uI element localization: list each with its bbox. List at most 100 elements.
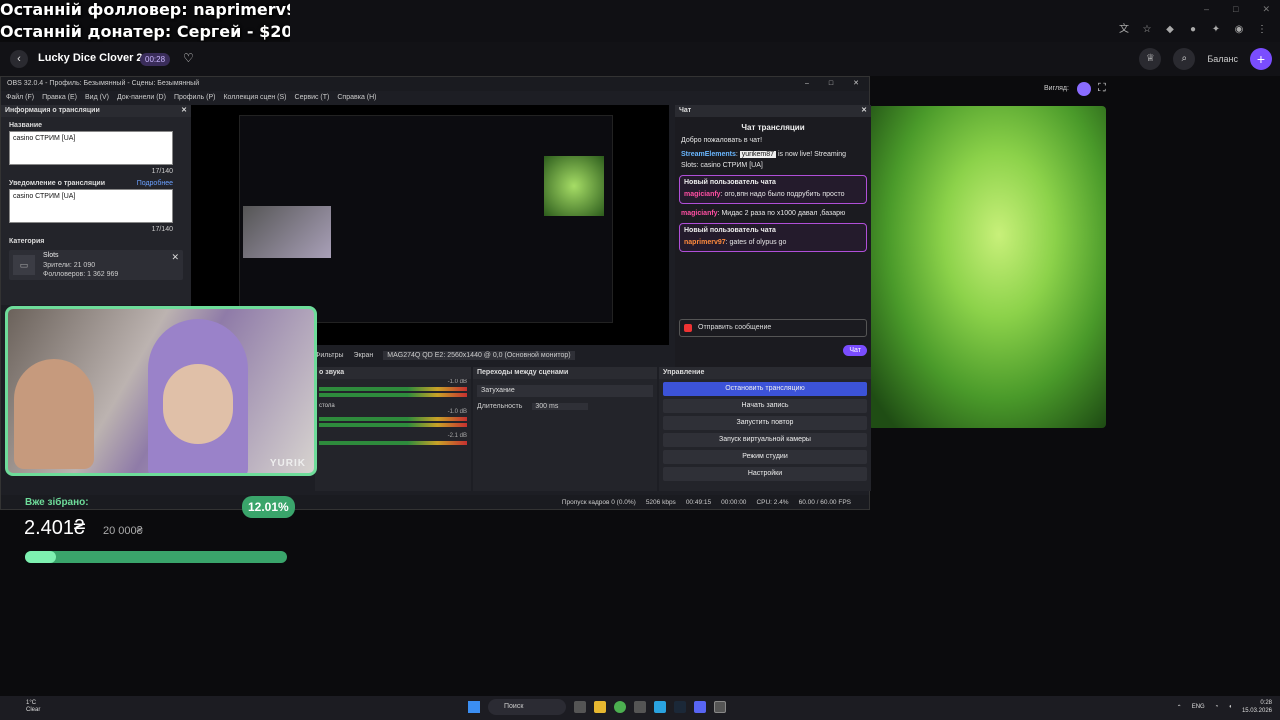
name-counter: 17/140 [151,168,173,175]
chat-message: naprimerv97: gates of olypus go [684,237,862,248]
discord-icon[interactable] [694,701,706,713]
studio-mode-button[interactable]: Режим студии [663,450,867,464]
trophy-button[interactable]: ♕ [1139,48,1162,70]
remove-category-icon[interactable]: ✕ [171,252,179,263]
controls-title: Управление [659,367,871,379]
star-icon[interactable]: ☆ [1141,24,1153,36]
windows-start-icon[interactable] [468,701,480,713]
menu-scene-collection[interactable]: Коллекция сцен (S) [223,91,286,105]
volume-meter [319,393,467,397]
search-button[interactable]: ⌕ [1173,48,1196,70]
screen-select[interactable]: MAG274Q QD E2: 2560x1440 @ 0,0 (Основной… [383,350,575,360]
favorite-heart-icon[interactable]: ♡ [183,51,194,65]
followers-count: Фолловеров: 1 362 969 [43,271,119,278]
profile-icon[interactable]: ◉ [1233,24,1245,36]
start-recording-button[interactable]: Начать запись [663,399,867,413]
category-name: Slots [43,252,59,259]
obs-title-bar: OBS 32.0.4 - Профиль: Безымянный - Сцены… [1,77,869,91]
menu-profile[interactable]: Профиль (P) [174,91,216,105]
puzzle-icon[interactable]: ✦ [1210,24,1222,36]
streamer-1 [14,359,94,469]
duration-input[interactable]: 300 ms [532,403,589,410]
taskbar-search[interactable]: Поиск [488,699,566,715]
chat-text: : Мидас 2 раза по x1000 давал ,базарю [717,210,846,217]
donation-percent: 12.01% [242,496,295,518]
menu-tools[interactable]: Сервис (T) [295,91,330,105]
notify-label: Уведомление о трансляции Подробнее [1,175,191,189]
game-title: Lucky Dice Clover 20 [38,52,149,64]
file-explorer-icon[interactable] [594,701,606,713]
source-toolbar: Фильтры Экран MAG274Q QD E2: 2560x1440 @… [315,347,671,363]
volume-meter [319,417,467,421]
notification-field[interactable]: casino СТРИМ [UA] [9,189,173,223]
close-icon[interactable]: ✕ [181,105,187,117]
close-icon[interactable]: ✕ [861,105,867,117]
record-icon[interactable]: ● [1187,24,1199,36]
app-icon[interactable] [634,701,646,713]
obs-maximize-icon[interactable]: □ [829,77,833,91]
telegram-icon[interactable] [654,701,666,713]
maximize-icon[interactable]: □ [1233,4,1238,15]
filters-button[interactable]: Фильтры [315,352,344,359]
back-button[interactable]: ‹ [10,50,28,68]
menu-help[interactable]: Справка (H) [337,91,376,105]
balance-dropdown[interactable]: Баланс [1207,54,1238,64]
duration-label: Длительность [477,403,523,410]
view-label: Вигляд: [1044,85,1069,92]
chat-send-button[interactable]: Чат [843,345,867,356]
fullscreen-icon[interactable]: ⛶ [1098,82,1106,95]
donation-label: Вже зібрано: [25,497,89,508]
volume-icon[interactable]: ◖ [1228,704,1232,710]
deposit-plus-button[interactable]: + [1250,48,1272,70]
weather-widget[interactable]: 1°C Clear [26,700,40,714]
virtual-camera-button[interactable]: Запуск виртуальной камеры [663,433,867,447]
new-user-label: Новый пользователь чата [684,179,776,186]
chat-dock-title: Чат [679,107,692,114]
clock[interactable]: 0:28 15.03.2026 [1242,699,1272,715]
transition-type-select[interactable]: Затухание [477,385,653,397]
record-time: 00:00:00 [721,498,747,506]
mixer-db: -2.1 dB [447,433,467,439]
obs-icon[interactable] [714,701,726,713]
chat-username[interactable]: naprimerv97 [684,239,726,246]
chrome-icon[interactable] [614,701,626,713]
obs-close-icon[interactable]: ✕ [853,77,859,91]
settings-button[interactable]: Настройки [663,467,867,481]
chat-text: : gates of olypus go [725,239,787,246]
stream-name-field[interactable]: casino СТРИМ [UA] [9,131,173,165]
chat-username[interactable]: StreamElements [681,151,736,158]
cpu-usage: CPU: 2.4% [756,498,789,506]
obs-minimize-icon[interactable]: – [805,77,809,91]
menu-edit[interactable]: Правка (E) [42,91,77,105]
view-mode-button[interactable] [1077,82,1091,96]
chat-username[interactable]: magicianfy [681,210,718,217]
volume-meter [319,423,467,427]
menu-view[interactable]: Вид (V) [85,91,109,105]
menu-file[interactable]: Файл (F) [6,91,34,105]
chat-input-placeholder: Отправить сообщение [698,324,772,331]
replay-buffer-button[interactable]: Запустить повтор [663,416,867,430]
close-icon[interactable]: ✕ [1262,4,1270,15]
menu-icon[interactable]: ⋮ [1256,24,1268,36]
category-card[interactable]: ▭ Slots Зрители: 21 090 Фолловеров: 1 36… [9,250,183,280]
minimize-icon[interactable]: – [1204,4,1209,15]
chat-input[interactable]: Отправить сообщение [679,319,867,337]
more-link[interactable]: Подробнее [137,180,173,187]
bitrate: 5206 kbps [645,498,676,506]
taskview-icon[interactable] [574,701,586,713]
slot-game-canvas[interactable] [868,106,1106,428]
tray-chevron-icon[interactable]: ⌃ [1177,704,1182,711]
chat-username[interactable]: magicianfy [684,191,721,198]
extension-icon[interactable]: ◆ [1164,24,1176,36]
chat-dock-header: Чат ✕ [675,105,871,117]
stop-streaming-button[interactable]: Остановить трансляцию [663,382,867,396]
language-indicator[interactable]: ENG [1192,704,1205,710]
nested-camera-capture [243,206,331,258]
menu-docks[interactable]: Док-панели (D) [117,91,166,105]
nested-game-capture [544,156,604,216]
obs-status-bar: Пропуск кадров 0 (0.0%) 5206 kbps 00:49:… [1,495,869,509]
steam-icon[interactable] [674,701,686,713]
wifi-icon[interactable]: ◔ [1215,704,1219,710]
translate-icon[interactable]: 文 [1118,24,1130,36]
duration-row: Длительность 300 ms [473,403,657,410]
